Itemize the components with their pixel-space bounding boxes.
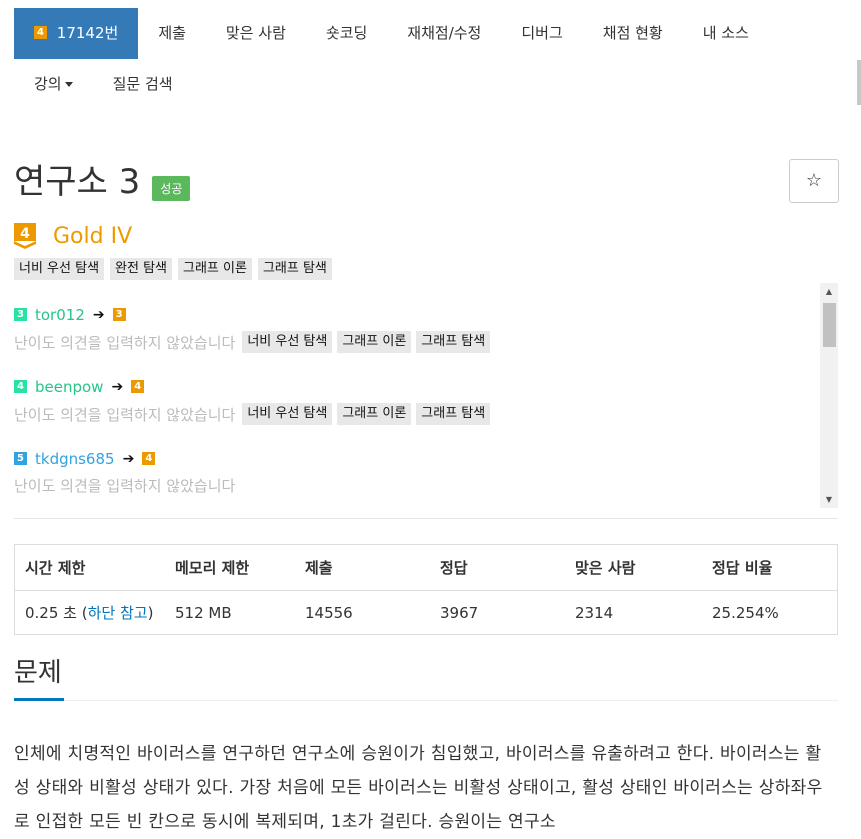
header-ratio: 정답 비율: [702, 544, 838, 591]
arrow-icon: ➔: [122, 451, 135, 467]
scroll-down-icon[interactable]: ▼: [820, 491, 838, 508]
nav-question-search[interactable]: 질문 검색: [93, 59, 193, 110]
opinion-tag[interactable]: 그래프 이론: [337, 403, 412, 425]
nav-rejudge[interactable]: 재채점/수정: [387, 8, 501, 59]
opinions-scroll-thumb[interactable]: [823, 303, 836, 347]
page-scrollbar[interactable]: [857, 0, 861, 823]
opinion-user-link[interactable]: tor012: [35, 306, 85, 324]
nav-submit[interactable]: 제출: [138, 8, 206, 59]
opinion-note: 난이도 의견을 입력하지 않았습니다: [14, 333, 236, 352]
time-limit-close: ): [147, 604, 154, 622]
gold-tier-icon: 4: [142, 451, 156, 465]
opinion-tag[interactable]: 그래프 탐색: [416, 331, 491, 353]
gold-tier-icon: 3: [112, 307, 126, 321]
arrow-icon: ➔: [92, 307, 105, 323]
time-limit-value: 0.25 초 (: [25, 604, 88, 622]
silver-tier-icon: 4: [14, 379, 27, 393]
status-badge: 성공: [152, 175, 191, 201]
tier-row: 4 Gold IV: [14, 223, 132, 249]
opinion-item: 3 tor012 ➔ 3 난이도 의견을 입력하지 않았습니다 너비 우선 탐색…: [14, 305, 491, 353]
header-submissions: 제출: [295, 544, 430, 591]
table-header-row: 시간 제한 메모리 제한 제출 정답 맞은 사람 정답 비율: [14, 544, 838, 591]
problem-info-table: 시간 제한 메모리 제한 제출 정답 맞은 사람 정답 비율 0.25 초 (하…: [14, 544, 838, 635]
difficulty-opinions[interactable]: 3 tor012 ➔ 3 난이도 의견을 입력하지 않았습니다 너비 우선 탐색…: [14, 283, 838, 508]
opinion-item: 5 tkdgns685 ➔ 4 난이도 의견을 입력하지 않았습니다: [14, 449, 237, 496]
nav-lectures-label: 강의: [34, 75, 62, 93]
time-limit-cell: 0.25 초 (하단 참고): [15, 591, 166, 635]
memory-limit-cell: 512 MB: [175, 603, 232, 622]
opinion-tag[interactable]: 그래프 탐색: [416, 403, 491, 425]
header-time-limit: 시간 제한: [14, 544, 165, 591]
page-scrollbar-thumb[interactable]: [857, 60, 861, 105]
table-row: 0.25 초 (하단 참고) 512 MB 14556 3967 2314 25…: [15, 591, 838, 635]
gold-tier-icon: 4: [34, 26, 47, 39]
section-underline: [14, 698, 64, 701]
silver-tier-icon: 3: [14, 307, 27, 321]
opinion-tag[interactable]: 그래프 이론: [337, 331, 412, 353]
problem-description: 인체에 치명적인 바이러스를 연구하던 연구소에 승원이가 침입했고, 바이러스…: [14, 744, 823, 832]
submissions-cell: 14556: [305, 603, 353, 622]
opinions-scrollbar[interactable]: ▲ ▼: [820, 283, 838, 508]
svg-text:4: 4: [20, 226, 30, 242]
tag-graph-theory[interactable]: 그래프 이론: [178, 258, 252, 280]
nav-debug[interactable]: 디버그: [501, 8, 582, 59]
page-title: 연구소 3: [14, 162, 141, 202]
tier-name: Gold IV: [53, 223, 133, 249]
nav-row-1: 4 17142번 제출 맞은 사람 숏코딩 재채점/수정 디버그 채점 현황 내…: [14, 8, 834, 59]
header-accepted: 정답: [430, 544, 565, 591]
solvers-cell: 2314: [575, 603, 614, 622]
gold-tier-badge-icon: 4: [14, 223, 36, 249]
tag-bfs[interactable]: 너비 우선 탐색: [14, 258, 105, 280]
nav-my-source[interactable]: 내 소스: [683, 8, 769, 59]
problem-nav: 4 17142번 제출 맞은 사람 숏코딩 재채점/수정 디버그 채점 현황 내…: [14, 8, 834, 110]
opinion-note: 난이도 의견을 입력하지 않았습니다: [14, 405, 236, 424]
opinion-note: 난이도 의견을 입력하지 않았습니다: [14, 477, 236, 495]
opinion-item: 4 beenpow ➔ 4 난이도 의견을 입력하지 않았습니다 너비 우선 탐…: [14, 377, 491, 425]
header-memory-limit: 메모리 제한: [165, 544, 295, 591]
silver-tier-icon: 5: [14, 451, 27, 465]
opinion-tag[interactable]: 너비 우선 탐색: [242, 403, 333, 425]
section-title: 문제: [14, 658, 62, 688]
arrow-icon: ➔: [111, 379, 124, 395]
header-solvers: 맞은 사람: [565, 544, 702, 591]
divider: [14, 518, 838, 519]
star-button[interactable]: ☆: [789, 159, 839, 203]
tag-graph-search[interactable]: 그래프 탐색: [257, 258, 332, 280]
title-wrap: 연구소 3 성공: [14, 160, 191, 204]
nav-solvers[interactable]: 맞은 사람: [206, 8, 306, 59]
ratio-cell: 25.254%: [712, 603, 779, 622]
nav-lectures-dropdown[interactable]: 강의: [14, 59, 93, 110]
time-limit-note-link[interactable]: 하단 참고: [88, 604, 148, 622]
problem-number-label: 17142번: [56, 24, 119, 42]
nav-row-2: 강의 질문 검색: [14, 59, 834, 110]
opinion-tag[interactable]: 너비 우선 탐색: [242, 331, 333, 353]
scroll-up-icon[interactable]: ▲: [820, 283, 838, 300]
tag-bruteforce[interactable]: 완전 탐색: [110, 258, 173, 280]
section-divider: [64, 700, 838, 701]
accepted-cell: 3967: [440, 603, 479, 622]
caret-down-icon: [64, 82, 73, 87]
algorithm-tags: 너비 우선 탐색 완전 탐색 그래프 이론 그래프 탐색: [14, 258, 332, 280]
opinion-user-link[interactable]: tkdgns685: [35, 450, 115, 468]
nav-status[interactable]: 채점 현황: [583, 8, 683, 59]
gold-tier-icon: 4: [131, 379, 145, 393]
nav-shortcoding[interactable]: 숏코딩: [306, 8, 387, 59]
opinion-user-link[interactable]: beenpow: [35, 378, 103, 396]
nav-problem-number[interactable]: 4 17142번: [14, 8, 139, 59]
